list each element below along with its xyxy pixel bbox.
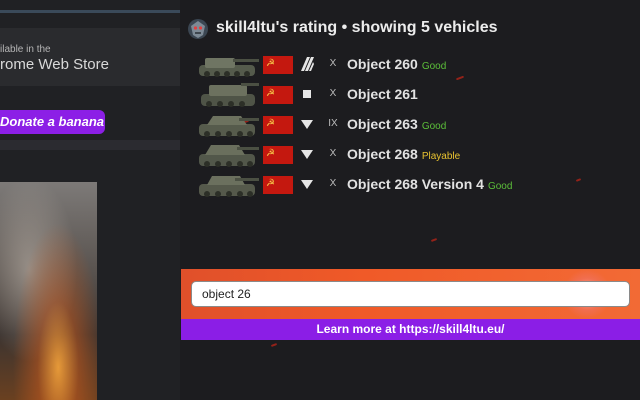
vehicle-row[interactable]: ☭ X Object 268 Playable <box>195 140 625 170</box>
tank-image <box>199 116 259 137</box>
tank-image <box>199 145 259 167</box>
spg-class-icon <box>303 90 311 98</box>
heavy-tank-class-icon <box>301 57 314 71</box>
vehicle-rating: Playable <box>421 151 461 162</box>
donate-button[interactable]: Donate a banana <box>0 110 105 134</box>
vehicle-tier: X <box>329 178 337 189</box>
vehicle-name-wrap: Object 268 Playable <box>347 146 460 162</box>
vehicle-name: Object 268 Version 4 <box>347 176 484 192</box>
background-page: ilable in the rome Web Store Donate a ba… <box>0 0 180 400</box>
search-band <box>181 269 640 319</box>
store-badge-line2: rome Web Store <box>0 56 109 73</box>
vehicle-row[interactable]: ☭ X Object 260 Good <box>195 50 625 80</box>
vehicle-name: Object 263 <box>347 116 418 132</box>
tank-image <box>201 83 259 107</box>
learn-more-link[interactable]: Learn more at https://skill4ltu.eu/ <box>181 319 640 340</box>
tank-destroyer-class-icon <box>301 120 313 129</box>
ussr-flag-icon: ☭ <box>263 86 293 104</box>
vehicle-row[interactable]: ☭ IX Object 263 Good <box>195 110 625 140</box>
ember-decoration <box>430 238 438 242</box>
ussr-flag-icon: ☭ <box>263 56 293 74</box>
vehicle-name: Object 261 <box>347 86 418 102</box>
vehicle-name-wrap: Object 268 Version 4 Good <box>347 176 512 192</box>
vehicle-name-wrap: Object 260 Good <box>347 56 446 72</box>
browser-divider <box>0 10 180 13</box>
game-artwork-image <box>0 182 97 400</box>
vehicle-rating: Good <box>421 121 447 132</box>
vehicle-row[interactable]: ☭ X Object 261 <box>195 80 625 110</box>
ember-decoration <box>270 343 278 347</box>
vehicle-tier: X <box>329 88 337 99</box>
vehicle-search-input[interactable] <box>191 281 630 307</box>
vehicle-name-wrap: Object 263 Good <box>347 116 446 132</box>
vehicle-row[interactable]: ☭ X Object 268 Version 4 Good <box>195 170 625 200</box>
tank-destroyer-class-icon <box>301 150 313 159</box>
tank-image <box>199 176 259 197</box>
vehicle-tier: IX <box>328 118 338 129</box>
vehicle-tier: X <box>329 148 337 159</box>
store-badge-line1: ilable in the <box>0 44 51 55</box>
vehicle-tier: X <box>329 58 337 69</box>
ussr-flag-icon: ☭ <box>263 116 293 134</box>
page-strip <box>0 140 180 150</box>
vehicle-rating: Good <box>421 61 447 72</box>
vehicle-name-wrap: Object 261 <box>347 86 422 102</box>
skill4ltu-logo-icon <box>188 19 208 39</box>
vehicle-name: Object 260 <box>347 56 418 72</box>
vehicle-name: Object 268 <box>347 146 418 162</box>
vehicle-rating: Good <box>487 181 513 192</box>
ussr-flag-icon: ☭ <box>263 146 293 164</box>
popup-title: skill4ltu's rating • showing 5 vehicles <box>216 19 498 36</box>
tank-destroyer-class-icon <box>301 180 313 189</box>
extension-popup: skill4ltu's rating • showing 5 vehicles … <box>181 9 640 347</box>
ussr-flag-icon: ☭ <box>263 176 293 194</box>
tank-image <box>199 58 259 77</box>
